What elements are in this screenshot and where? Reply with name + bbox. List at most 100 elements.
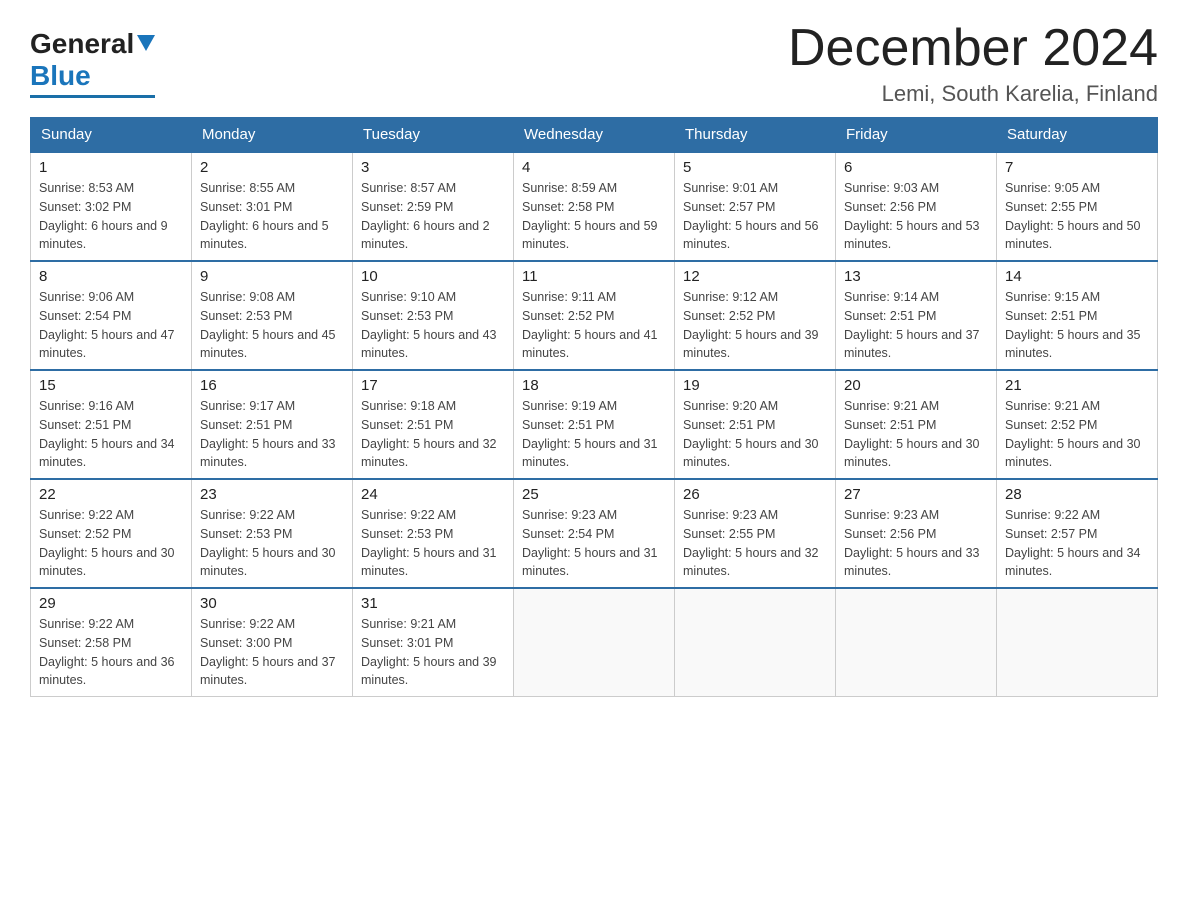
day-number: 18 bbox=[522, 377, 666, 394]
calendar-week-row: 1 Sunrise: 8:53 AMSunset: 3:02 PMDaylight… bbox=[31, 152, 1158, 261]
day-info: Sunrise: 9:18 AMSunset: 2:51 PMDaylight:… bbox=[361, 397, 505, 472]
day-info: Sunrise: 9:10 AMSunset: 2:53 PMDaylight:… bbox=[361, 288, 505, 363]
day-info: Sunrise: 9:21 AMSunset: 3:01 PMDaylight:… bbox=[361, 615, 505, 690]
day-info: Sunrise: 9:03 AMSunset: 2:56 PMDaylight:… bbox=[844, 179, 988, 254]
day-number: 29 bbox=[39, 595, 183, 612]
day-info: Sunrise: 9:01 AMSunset: 2:57 PMDaylight:… bbox=[683, 179, 827, 254]
calendar-cell: 4Sunrise: 8:59 AMSunset: 2:58 PMDaylight… bbox=[514, 152, 675, 261]
day-number: 17 bbox=[361, 377, 505, 394]
day-info: Sunrise: 8:57 AMSunset: 2:59 PMDaylight:… bbox=[361, 179, 505, 254]
calendar-cell: 23 Sunrise: 9:22 AMSunset: 2:53 PMDayligh… bbox=[192, 479, 353, 588]
day-info: Sunrise: 9:06 AMSunset: 2:54 PMDaylight:… bbox=[39, 288, 183, 363]
day-info: Sunrise: 9:22 AMSunset: 2:52 PMDaylight:… bbox=[39, 506, 183, 581]
col-header-sunday: Sunday bbox=[31, 118, 192, 153]
day-number: 8 bbox=[39, 268, 183, 285]
calendar-cell bbox=[836, 588, 997, 697]
calendar-cell bbox=[675, 588, 836, 697]
day-info: Sunrise: 8:53 AMSunset: 3:02 PMDaylight:… bbox=[39, 179, 183, 254]
col-header-wednesday: Wednesday bbox=[514, 118, 675, 153]
calendar-cell: 2 Sunrise: 8:55 AMSunset: 3:01 PMDaylight… bbox=[192, 152, 353, 261]
logo-blue-text: Blue bbox=[30, 60, 91, 92]
day-number: 14 bbox=[1005, 268, 1149, 285]
calendar-cell: 21 Sunrise: 9:21 AMSunset: 2:52 PMDayligh… bbox=[997, 370, 1158, 479]
calendar-week-row: 15 Sunrise: 9:16 AMSunset: 2:51 PMDayligh… bbox=[31, 370, 1158, 479]
calendar-header-row: SundayMondayTuesdayWednesdayThursdayFrid… bbox=[31, 118, 1158, 153]
day-number: 23 bbox=[200, 486, 344, 503]
day-info: Sunrise: 9:15 AMSunset: 2:51 PMDaylight:… bbox=[1005, 288, 1149, 363]
day-number: 19 bbox=[683, 377, 827, 394]
day-number: 22 bbox=[39, 486, 183, 503]
calendar-cell: 8 Sunrise: 9:06 AMSunset: 2:54 PMDaylight… bbox=[31, 261, 192, 370]
day-number: 10 bbox=[361, 268, 505, 285]
day-number: 31 bbox=[361, 595, 505, 612]
col-header-saturday: Saturday bbox=[997, 118, 1158, 153]
day-info: Sunrise: 9:22 AMSunset: 2:53 PMDaylight:… bbox=[361, 506, 505, 581]
calendar-cell: 13 Sunrise: 9:14 AMSunset: 2:51 PMDayligh… bbox=[836, 261, 997, 370]
calendar-cell: 15 Sunrise: 9:16 AMSunset: 2:51 PMDayligh… bbox=[31, 370, 192, 479]
day-info: Sunrise: 9:11 AMSunset: 2:52 PMDaylight:… bbox=[522, 288, 666, 363]
page-title: December 2024 bbox=[788, 20, 1158, 77]
calendar-cell: 12 Sunrise: 9:12 AMSunset: 2:52 PMDayligh… bbox=[675, 261, 836, 370]
calendar-cell: 24Sunrise: 9:22 AMSunset: 2:53 PMDayligh… bbox=[353, 479, 514, 588]
day-info: Sunrise: 9:19 AMSunset: 2:51 PMDaylight:… bbox=[522, 397, 666, 472]
calendar-cell: 14 Sunrise: 9:15 AMSunset: 2:51 PMDayligh… bbox=[997, 261, 1158, 370]
day-number: 25 bbox=[522, 486, 666, 503]
day-number: 7 bbox=[1005, 159, 1149, 176]
day-number: 11 bbox=[522, 268, 666, 285]
day-number: 9 bbox=[200, 268, 344, 285]
day-number: 13 bbox=[844, 268, 988, 285]
day-info: Sunrise: 9:21 AMSunset: 2:52 PMDaylight:… bbox=[1005, 397, 1149, 472]
day-number: 6 bbox=[844, 159, 988, 176]
day-info: Sunrise: 9:22 AMSunset: 2:53 PMDaylight:… bbox=[200, 506, 344, 581]
day-info: Sunrise: 9:08 AMSunset: 2:53 PMDaylight:… bbox=[200, 288, 344, 363]
calendar-cell: 9 Sunrise: 9:08 AMSunset: 2:53 PMDaylight… bbox=[192, 261, 353, 370]
col-header-tuesday: Tuesday bbox=[353, 118, 514, 153]
calendar-cell: 28Sunrise: 9:22 AMSunset: 2:57 PMDayligh… bbox=[997, 479, 1158, 588]
day-number: 15 bbox=[39, 377, 183, 394]
day-info: Sunrise: 9:14 AMSunset: 2:51 PMDaylight:… bbox=[844, 288, 988, 363]
day-info: Sunrise: 9:23 AMSunset: 2:55 PMDaylight:… bbox=[683, 506, 827, 581]
day-info: Sunrise: 9:23 AMSunset: 2:54 PMDaylight:… bbox=[522, 506, 666, 581]
day-info: Sunrise: 9:17 AMSunset: 2:51 PMDaylight:… bbox=[200, 397, 344, 472]
day-number: 1 bbox=[39, 159, 183, 176]
logo-general-text: General bbox=[30, 28, 134, 60]
day-info: Sunrise: 8:59 AMSunset: 2:58 PMDaylight:… bbox=[522, 179, 666, 254]
col-header-thursday: Thursday bbox=[675, 118, 836, 153]
calendar-cell: 20Sunrise: 9:21 AMSunset: 2:51 PMDayligh… bbox=[836, 370, 997, 479]
calendar-week-row: 29 Sunrise: 9:22 AMSunset: 2:58 PMDayligh… bbox=[31, 588, 1158, 697]
day-number: 12 bbox=[683, 268, 827, 285]
day-info: Sunrise: 9:21 AMSunset: 2:51 PMDaylight:… bbox=[844, 397, 988, 472]
calendar-cell: 17 Sunrise: 9:18 AMSunset: 2:51 PMDayligh… bbox=[353, 370, 514, 479]
calendar-cell: 7Sunrise: 9:05 AMSunset: 2:55 PMDaylight… bbox=[997, 152, 1158, 261]
calendar-week-row: 22 Sunrise: 9:22 AMSunset: 2:52 PMDayligh… bbox=[31, 479, 1158, 588]
title-block: December 2024 Lemi, South Karelia, Finla… bbox=[788, 20, 1158, 107]
day-number: 27 bbox=[844, 486, 988, 503]
calendar-cell: 18 Sunrise: 9:19 AMSunset: 2:51 PMDayligh… bbox=[514, 370, 675, 479]
day-number: 5 bbox=[683, 159, 827, 176]
day-info: Sunrise: 9:16 AMSunset: 2:51 PMDaylight:… bbox=[39, 397, 183, 472]
day-number: 26 bbox=[683, 486, 827, 503]
calendar-table: SundayMondayTuesdayWednesdayThursdayFrid… bbox=[30, 117, 1158, 697]
location-subtitle: Lemi, South Karelia, Finland bbox=[788, 81, 1158, 107]
calendar-cell: 22 Sunrise: 9:22 AMSunset: 2:52 PMDayligh… bbox=[31, 479, 192, 588]
page-header: General Blue December 2024 Lemi, South K… bbox=[30, 20, 1158, 107]
calendar-cell: 19 Sunrise: 9:20 AMSunset: 2:51 PMDayligh… bbox=[675, 370, 836, 479]
day-info: Sunrise: 9:22 AMSunset: 2:58 PMDaylight:… bbox=[39, 615, 183, 690]
day-number: 2 bbox=[200, 159, 344, 176]
day-info: Sunrise: 8:55 AMSunset: 3:01 PMDaylight:… bbox=[200, 179, 344, 254]
col-header-monday: Monday bbox=[192, 118, 353, 153]
day-number: 21 bbox=[1005, 377, 1149, 394]
day-number: 16 bbox=[200, 377, 344, 394]
col-header-friday: Friday bbox=[836, 118, 997, 153]
calendar-cell: 10 Sunrise: 9:10 AMSunset: 2:53 PMDayligh… bbox=[353, 261, 514, 370]
calendar-cell: 6 Sunrise: 9:03 AMSunset: 2:56 PMDaylight… bbox=[836, 152, 997, 261]
logo: General Blue bbox=[30, 20, 155, 98]
calendar-cell: 27Sunrise: 9:23 AMSunset: 2:56 PMDayligh… bbox=[836, 479, 997, 588]
calendar-cell: 30Sunrise: 9:22 AMSunset: 3:00 PMDayligh… bbox=[192, 588, 353, 697]
day-info: Sunrise: 9:22 AMSunset: 3:00 PMDaylight:… bbox=[200, 615, 344, 690]
day-info: Sunrise: 9:12 AMSunset: 2:52 PMDaylight:… bbox=[683, 288, 827, 363]
calendar-cell: 16 Sunrise: 9:17 AMSunset: 2:51 PMDayligh… bbox=[192, 370, 353, 479]
calendar-cell: 1 Sunrise: 8:53 AMSunset: 3:02 PMDaylight… bbox=[31, 152, 192, 261]
day-number: 28 bbox=[1005, 486, 1149, 503]
day-info: Sunrise: 9:20 AMSunset: 2:51 PMDaylight:… bbox=[683, 397, 827, 472]
